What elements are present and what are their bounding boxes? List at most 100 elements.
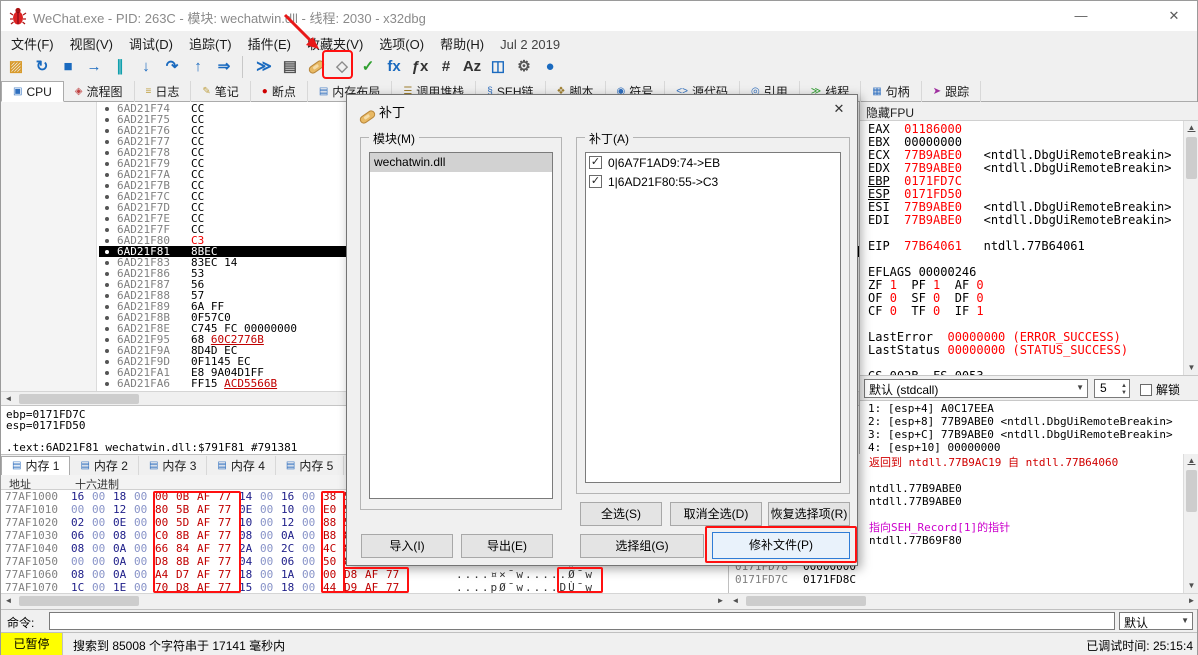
register-row[interactable]: EIP 77B64061 ntdll.77B64061 [868,240,1181,253]
toolbar-patch-icon[interactable] [304,55,328,79]
dump-byte: 1C [71,581,85,593]
scroll-thumb[interactable] [19,394,139,404]
dump-byte: 77 [218,555,232,568]
scroll-up-icon[interactable]: ▲ [1184,121,1198,135]
toolbar-settings-icon[interactable]: ⚙ [512,55,536,79]
spinner-up-icon[interactable]: ▲ [1121,383,1127,389]
deselect-all-button[interactable]: 取消全选(D) [670,502,762,526]
import-button[interactable]: 导入(I) [361,534,453,558]
unlock-checkbox[interactable]: 解锁 [1140,381,1180,398]
pick-groups-button[interactable]: 选择组(G) [580,534,704,558]
tab-handles[interactable]: ▦ 句柄 [861,81,922,102]
dialog-close-icon[interactable]: ✕ [829,100,849,118]
toolbar-open-file-icon[interactable]: ▨ [4,55,28,79]
modules-list[interactable]: wechatwin.dll [369,152,553,499]
toolbar-help-icon[interactable]: ● [538,55,562,79]
toolbar-run-to-user-code-icon[interactable]: ⇒ [212,55,236,79]
scroll-thumb[interactable] [1186,137,1197,179]
close-button[interactable]: ✕ [1151,1,1197,31]
patches-list[interactable]: ✓ 0|6A7F1AD9:74->EB ✓ 1|6AD21F80:55->C3 [585,152,841,483]
toolbar-strings-icon[interactable]: Az [460,55,484,79]
checkbox-checked-icon[interactable]: ✓ [589,156,602,169]
argument-row[interactable]: 4: [esp+10] 00000000 [868,441,1198,454]
dump-tab-3[interactable]: ▤ 内存 3 [139,455,208,476]
toolbar-stop-icon[interactable]: ■ [56,55,80,79]
dump-row[interactable]: 77AF1060 08 00 0A 00 A4 D7 AF 77 18 00 1A 00 00 D8 AF 77… [1,568,728,581]
toolbar-assemble-icon[interactable]: ƒx [408,55,432,79]
dump-row[interactable]: 77AF1070 1C 00 1E 00 70 D8 AF 77 15 00 18 00 44 D9 AF 77… [1,581,728,593]
tab-log[interactable]: ≡ 日志 [135,81,192,102]
tab-notes[interactable]: ✎ 笔记 [191,81,251,102]
scroll-thumb[interactable] [1186,470,1197,512]
scroll-up-icon[interactable]: ▲ [1184,454,1198,468]
tab-label: 跟踪 [945,85,970,99]
argument-count-stepper[interactable]: 5 ▲ ▼ [1094,379,1130,398]
toolbar-pause-icon[interactable]: ∥ [108,55,132,79]
info-line: esp=0171FD50 [6,419,86,432]
scroll-thumb[interactable] [19,596,139,606]
argument-row[interactable]: 1: [esp+4] A0C17EEA [868,402,1198,415]
scroll-right-icon[interactable]: ► [713,594,728,609]
toolbar-step-into-icon[interactable]: ↓ [134,55,158,79]
dump-byte: 00 [92,529,106,542]
command-profile-dropdown[interactable]: 默认 ▼ [1119,612,1193,630]
patch-file-button[interactable]: 修补文件(P) [712,532,850,559]
scroll-left-icon[interactable]: ◄ [1,594,16,609]
dump-byte: 08 [239,529,253,542]
toolbar-run-icon[interactable]: → [82,55,106,79]
scroll-thumb[interactable] [746,596,866,606]
restore-selected-button[interactable]: 恢复选择项(R) [768,502,850,526]
scroll-left-icon[interactable]: ◄ [728,594,743,609]
toolbar-hash-icon[interactable]: # [434,55,458,79]
select-all-button[interactable]: 全选(S) [580,502,662,526]
patch-list-item[interactable]: ✓ 1|6AD21F80:55->C3 [586,172,840,191]
spinner-down-icon[interactable]: ▼ [1121,390,1127,396]
toolbar-log-window-icon[interactable]: ▤ [278,55,302,79]
toolbar-step-over-icon[interactable]: ↷ [160,55,184,79]
register-row[interactable]: EDI 77B9ABE0 <ntdll.DbgUiRemoteBreakin> [868,214,1181,227]
dump-tab-4[interactable]: ▤ 内存 4 [207,455,276,476]
instruction-dot-icon [105,305,109,309]
toolbar-fx-icon[interactable]: fx [382,55,406,79]
argument-row[interactable]: 2: [esp+8] 77B9ABE0 <ntdll.DbgUiRemoteBr… [868,415,1198,428]
minimize-button[interactable]: — [1058,1,1104,31]
scroll-down-icon[interactable]: ▼ [1184,361,1198,375]
patch-list-item[interactable]: ✓ 0|6A7F1AD9:74->EB [586,153,840,172]
dump-tab-1[interactable]: ▤ 内存 1 [1,455,71,476]
module-list-item[interactable]: wechatwin.dll [370,153,552,172]
toolbar-favourites-icon[interactable]: ◇ [330,55,354,79]
toolbar-animate-icon[interactable]: ≫ [252,55,276,79]
export-button[interactable]: 导出(E) [461,534,553,558]
checkbox-checked-icon[interactable]: ✓ [589,175,602,188]
dump-hscrollbar[interactable]: ◄ ► [1,593,728,609]
stack-row[interactable]: 0171FD7C 0171FD8C [729,573,1198,586]
dump-tab-label: 内存 2 [93,459,128,473]
toolbar-graph-window-icon[interactable]: ◫ [486,55,510,79]
toolbar-restart-icon[interactable]: ↻ [30,55,54,79]
dump-byte: 00 [71,503,85,516]
hide-fpu-button[interactable]: 隐藏FPU [860,102,1198,121]
dump-byte: 70 [155,581,169,593]
tab-breakpoints[interactable]: ● 断点 [251,81,308,102]
scroll-left-icon[interactable]: ◄ [1,392,16,405]
argument-row[interactable]: 3: [esp+C] 77B9ABE0 <ntdll.DbgUiRemoteBr… [868,428,1198,441]
scroll-right-icon[interactable]: ► [1184,594,1198,609]
stack-hscrollbar[interactable]: ◄ ► [728,593,1198,609]
dump-byte: 10 [239,516,253,529]
command-input[interactable] [49,612,1115,630]
calling-convention-dropdown[interactable]: 默认 (stdcall) ▼ [864,379,1088,398]
tab-cpu[interactable]: ▣ CPU [1,81,64,102]
toolbar-check-icon[interactable]: ✓ [356,55,380,79]
tab-trace[interactable]: ➤ 跟踪 [922,81,982,102]
title-bar: WeChat.exe - PID: 263C - 模块: wechatwin.d… [1,1,1197,31]
checkbox-unchecked-icon[interactable] [1140,384,1152,396]
toolbar-execute-till-return-icon[interactable]: ↑ [186,55,210,79]
dump-byte: 00 [155,516,169,529]
scroll-down-icon[interactable]: ▼ [1184,579,1198,593]
stack-vscrollbar[interactable]: ▲ ▼ [1183,454,1198,593]
dump-tab-5[interactable]: ▤ 内存 5 [276,455,345,476]
instruction-dot-icon [105,338,109,342]
registers-vscrollbar[interactable]: ▲ ▼ [1183,121,1198,375]
dump-tab-2[interactable]: ▤ 内存 2 [70,455,139,476]
tab-graph[interactable]: ◈ 流程图 [64,81,135,102]
